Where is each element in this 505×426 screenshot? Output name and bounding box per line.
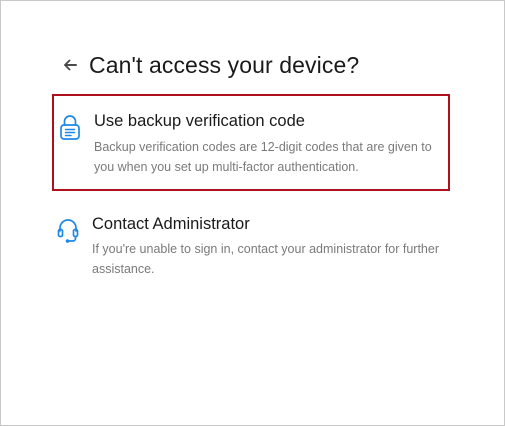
header: Can't access your device? (59, 49, 359, 81)
dialog-frame: Can't access your device? Use backup ver… (0, 0, 505, 426)
option-title: Use backup verification code (94, 112, 305, 130)
option-description: Backup verification codes are 12-digit c… (94, 140, 432, 174)
option-title: Contact Administrator (92, 215, 250, 233)
back-button[interactable] (59, 54, 81, 76)
option-contact-admin[interactable]: Contact Administrator If you're unable t… (52, 205, 450, 291)
option-description: If you're unable to sign in, contact you… (92, 242, 440, 276)
option-backup-code[interactable]: Use backup verification code Backup veri… (52, 94, 450, 191)
lock-icon (60, 115, 80, 140)
headset-icon (57, 219, 79, 243)
page-title: Can't access your device? (89, 51, 360, 78)
arrow-left-icon (64, 59, 77, 71)
